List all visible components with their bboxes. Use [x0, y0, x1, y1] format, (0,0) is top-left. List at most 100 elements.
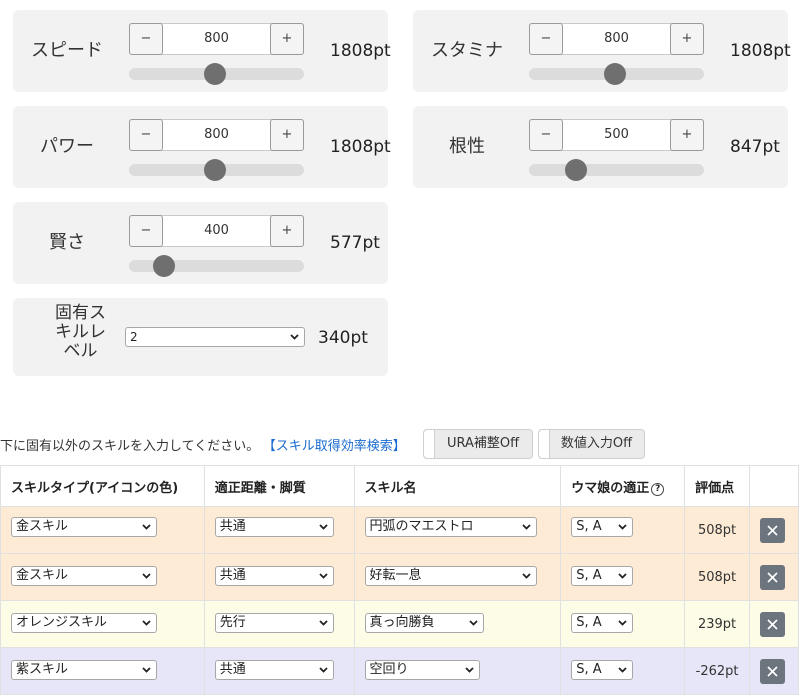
decrement-button[interactable]: − — [529, 119, 563, 151]
skill-type-select[interactable]: 紫スキル — [11, 660, 157, 680]
action-cell — [749, 600, 799, 648]
speed-slider[interactable] — [129, 63, 304, 85]
skill-type-select[interactable]: オレンジスキル — [11, 613, 157, 633]
remove-skill-button[interactable] — [760, 518, 786, 543]
stat-points: 1808pt — [730, 41, 791, 61]
action-cell — [749, 553, 799, 601]
increment-button[interactable]: + — [270, 215, 304, 247]
chevron-down-icon — [521, 572, 531, 580]
header-score: 評価点 — [684, 465, 751, 507]
increment-button[interactable]: + — [670, 23, 704, 55]
slider-thumb[interactable] — [153, 255, 175, 277]
skill-type-select[interactable]: 金スキル — [11, 517, 157, 537]
select-value: 金スキル — [16, 568, 69, 583]
hint-label: 下に固有以外のスキルを入力してください。 — [0, 439, 260, 454]
remove-skill-button[interactable] — [760, 612, 786, 637]
distance-select[interactable]: 先行 — [214, 613, 334, 633]
action-cell — [749, 506, 799, 554]
distance-select[interactable]: 共通 — [214, 517, 334, 537]
speed-value-input[interactable]: 800 — [164, 24, 269, 54]
decrement-button[interactable]: − — [129, 215, 163, 247]
slider-thumb[interactable] — [203, 159, 226, 181]
aptitude-select[interactable]: S, A — [571, 517, 634, 537]
unique-skill-card: 固有ス キルレ ベル 2 340pt — [13, 298, 388, 376]
unique-skill-label: 固有ス キルレ ベル — [43, 304, 118, 361]
table-row: オレンジスキル 先行 真っ向勝負 S, A 239pt — [0, 600, 799, 648]
unique-skill-level-select[interactable]: 2 — [125, 327, 305, 347]
unique-skill-label-line: 固有ス — [55, 303, 106, 323]
select-value: S, A — [576, 568, 602, 583]
increment-button[interactable]: + — [670, 119, 704, 151]
power-slider[interactable] — [129, 159, 304, 181]
help-icon[interactable]: ? — [651, 482, 665, 496]
numeric-input-toggle[interactable]: 数値入力Off — [538, 429, 645, 459]
skill-search-link[interactable]: 【スキル取得効率検索】 — [269, 439, 406, 454]
select-value: S, A — [576, 519, 602, 534]
header-aptitude: ウマ娘の適正? — [560, 465, 686, 507]
header-actions — [749, 465, 799, 507]
chevron-down-icon — [521, 523, 531, 531]
increment-button[interactable]: + — [270, 23, 304, 55]
stamina-stepper[interactable]: − 800 + — [529, 23, 704, 55]
guts-stepper[interactable]: − 500 + — [529, 119, 704, 151]
stamina-value-input[interactable]: 800 — [564, 24, 669, 54]
skill-type-cell: 金スキル — [0, 553, 205, 601]
skill-name-select[interactable]: 空回り — [364, 660, 480, 680]
header-skill-name: スキル名 — [353, 465, 562, 507]
wisdom-stepper[interactable]: − 400 + — [129, 215, 304, 247]
power-value-input[interactable]: 800 — [164, 120, 269, 150]
ura-correction-toggle[interactable]: URA補整Off — [423, 429, 533, 459]
chevron-down-icon — [319, 523, 328, 531]
distance-select[interactable]: 共通 — [214, 660, 334, 680]
chevron-down-icon — [618, 572, 627, 580]
stamina-slider[interactable] — [529, 63, 704, 85]
increment-button[interactable]: + — [270, 119, 304, 151]
skill-name-select[interactable]: 円弧のマエストロ — [364, 517, 537, 537]
select-value: オレンジスキル — [16, 615, 108, 630]
stat-label: スタミナ — [431, 40, 503, 61]
chevron-down-icon — [142, 523, 151, 531]
select-value: 空回り — [369, 662, 409, 677]
speed-stepper[interactable]: − 800 + — [129, 23, 304, 55]
skill-name-select[interactable]: 真っ向勝負 — [364, 613, 484, 633]
select-value: 共通 — [219, 568, 246, 583]
chevron-down-icon — [142, 572, 151, 580]
slider-thumb[interactable] — [565, 159, 588, 181]
decrement-button[interactable]: − — [529, 23, 563, 55]
power-stepper[interactable]: − 800 + — [129, 119, 304, 151]
guts-value-input[interactable]: 500 — [564, 120, 669, 150]
aptitude-select[interactable]: S, A — [571, 566, 634, 586]
skill-name-select[interactable]: 好転一息 — [364, 566, 537, 586]
chevron-down-icon — [618, 666, 627, 674]
skill-type-select[interactable]: 金スキル — [11, 566, 157, 586]
skill-name-cell: 真っ向勝負 — [353, 600, 562, 648]
select-value: S, A — [576, 662, 602, 677]
aptitude-select[interactable]: S, A — [571, 613, 634, 633]
remove-skill-button[interactable] — [760, 659, 786, 684]
remove-skill-button[interactable] — [760, 565, 786, 590]
toggle-label: URA補整Off — [446, 436, 520, 451]
chevron-down-icon — [468, 619, 478, 627]
decrement-button[interactable]: − — [129, 119, 163, 151]
skill-name-cell: 空回り — [353, 647, 562, 695]
guts-slider[interactable] — [529, 159, 704, 181]
aptitude-cell: S, A — [560, 506, 686, 554]
stat-label: スピード — [31, 40, 103, 61]
chevron-down-icon — [142, 666, 151, 674]
select-value: 紫スキル — [16, 662, 69, 677]
slider-thumb[interactable] — [603, 63, 626, 85]
aptitude-cell: S, A — [560, 553, 686, 601]
wisdom-slider[interactable] — [129, 255, 304, 277]
slider-thumb[interactable] — [203, 63, 226, 85]
toggle-label: 数値入力Off — [560, 436, 633, 451]
distance-select[interactable]: 共通 — [214, 566, 334, 586]
aptitude-select[interactable]: S, A — [571, 660, 634, 680]
skill-type-cell: 金スキル — [0, 506, 205, 554]
wisdom-value-input[interactable]: 400 — [164, 216, 269, 246]
stat-points: 1808pt — [330, 41, 391, 61]
select-value: 円弧のマエストロ — [369, 519, 474, 534]
close-icon — [760, 572, 785, 583]
decrement-button[interactable]: − — [129, 23, 163, 55]
score-cell: 239pt — [684, 600, 751, 648]
select-value: 先行 — [219, 615, 246, 630]
